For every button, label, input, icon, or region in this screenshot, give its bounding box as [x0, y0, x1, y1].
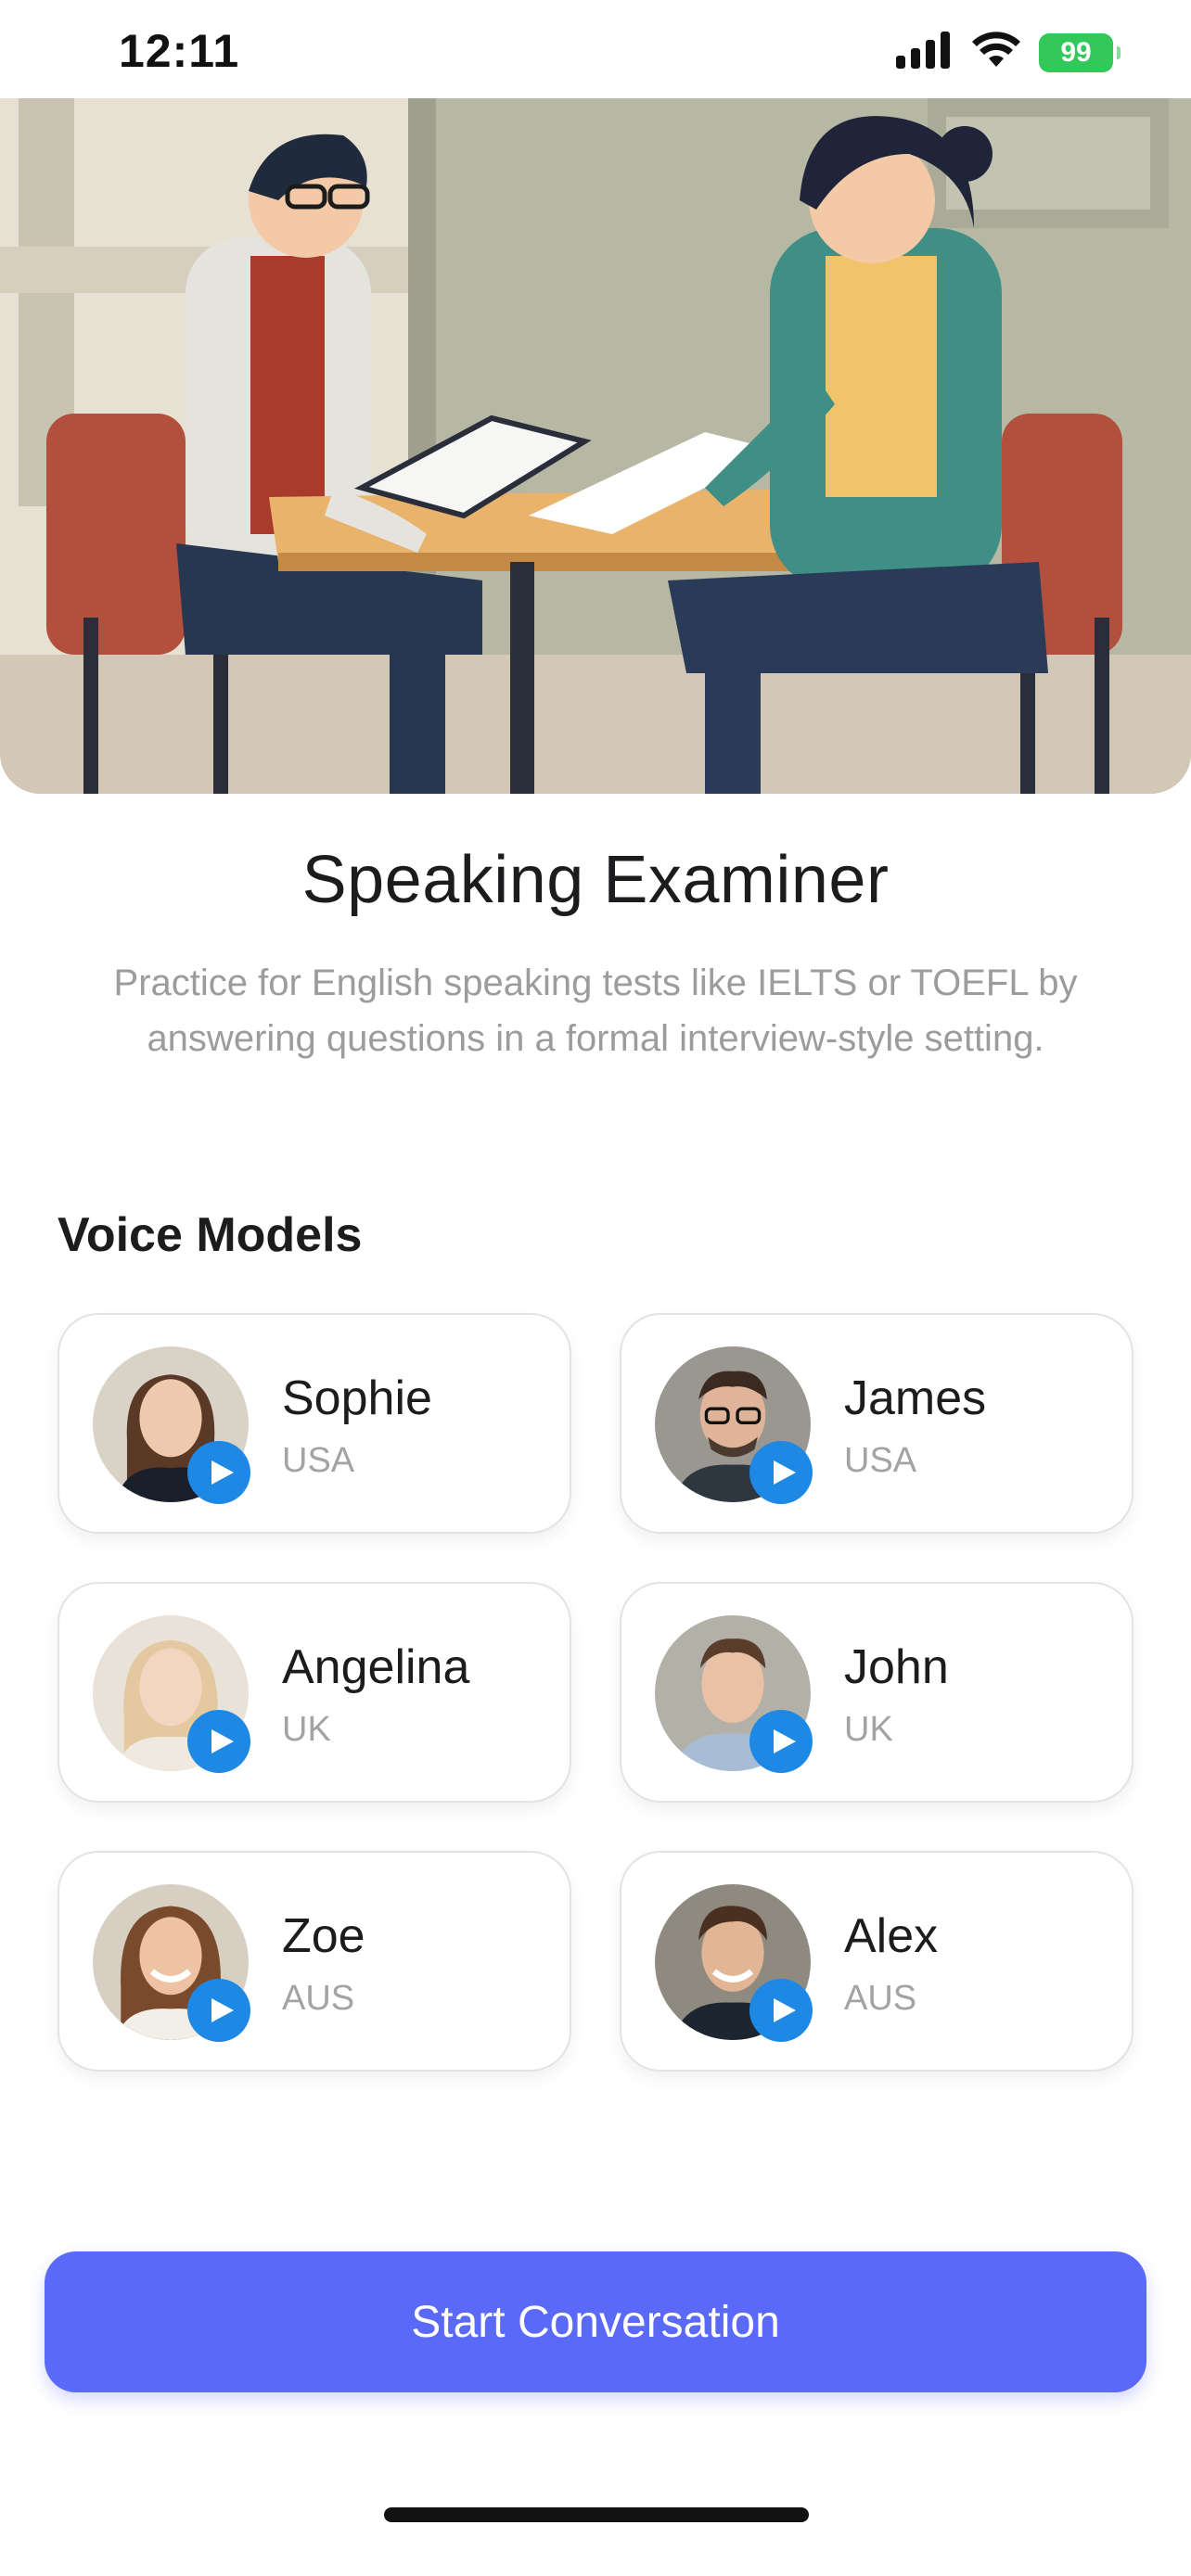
- avatar-wrap: [655, 1346, 813, 1504]
- page-subtitle: Practice for English speaking tests like…: [113, 963, 1078, 1059]
- voice-region: AUS: [282, 1979, 355, 2018]
- play-button[interactable]: [749, 1441, 813, 1504]
- voice-name: Angelina: [282, 1640, 470, 1694]
- voice-card-john[interactable]: John UK: [620, 1582, 1133, 1803]
- home-indicator[interactable]: [384, 2507, 809, 2522]
- voice-models-grid: Sophie USA James USA Angelina UK John UK…: [58, 1313, 1133, 2072]
- voice-name: Alex: [844, 1909, 939, 1963]
- voice-models-heading: Voice Models: [58, 1208, 363, 1262]
- voice-card-zoe[interactable]: Zoe AUS: [58, 1851, 571, 2072]
- voice-name: Sophie: [282, 1371, 432, 1425]
- voice-card-alex[interactable]: Alex AUS: [620, 1851, 1133, 2072]
- play-button[interactable]: [187, 1710, 250, 1773]
- play-button[interactable]: [187, 1979, 250, 2042]
- status-icons: 99: [896, 32, 1121, 73]
- voice-name: Zoe: [282, 1909, 365, 1963]
- voice-name: James: [844, 1371, 987, 1425]
- voice-region: USA: [282, 1441, 355, 1480]
- play-button[interactable]: [749, 1710, 813, 1773]
- battery-icon: 99: [1039, 32, 1121, 72]
- voice-name: John: [844, 1640, 949, 1694]
- hero-illustration: [0, 98, 1191, 794]
- voice-card-james[interactable]: James USA: [620, 1313, 1133, 1534]
- voice-card-angelina[interactable]: Angelina UK: [58, 1582, 571, 1803]
- play-icon: [211, 1729, 234, 1753]
- play-icon: [211, 1460, 234, 1485]
- play-button[interactable]: [187, 1441, 250, 1504]
- avatar-wrap: [93, 1346, 250, 1504]
- wifi-icon: [972, 32, 1020, 73]
- start-conversation-button[interactable]: Start Conversation: [45, 2251, 1146, 2392]
- voice-region: UK: [282, 1710, 331, 1749]
- status-time: 12:11: [119, 25, 240, 77]
- play-icon: [774, 1998, 796, 2022]
- avatar-wrap: [93, 1884, 250, 2042]
- page-title: Speaking Examiner: [301, 843, 890, 917]
- voice-card-sophie[interactable]: Sophie USA: [58, 1313, 571, 1534]
- avatar-wrap: [93, 1615, 250, 1773]
- avatar-wrap: [655, 1884, 813, 2042]
- signal-icon: [896, 32, 954, 73]
- play-icon: [211, 1998, 234, 2022]
- voice-region: UK: [844, 1710, 893, 1749]
- play-button[interactable]: [749, 1979, 813, 2042]
- play-icon: [774, 1460, 796, 1485]
- play-icon: [774, 1729, 796, 1753]
- battery-level: 99: [1060, 36, 1092, 68]
- voice-region: USA: [844, 1441, 917, 1480]
- avatar-wrap: [655, 1615, 813, 1773]
- status-bar: 12:11 99: [0, 0, 1191, 98]
- voice-region: AUS: [844, 1979, 917, 2018]
